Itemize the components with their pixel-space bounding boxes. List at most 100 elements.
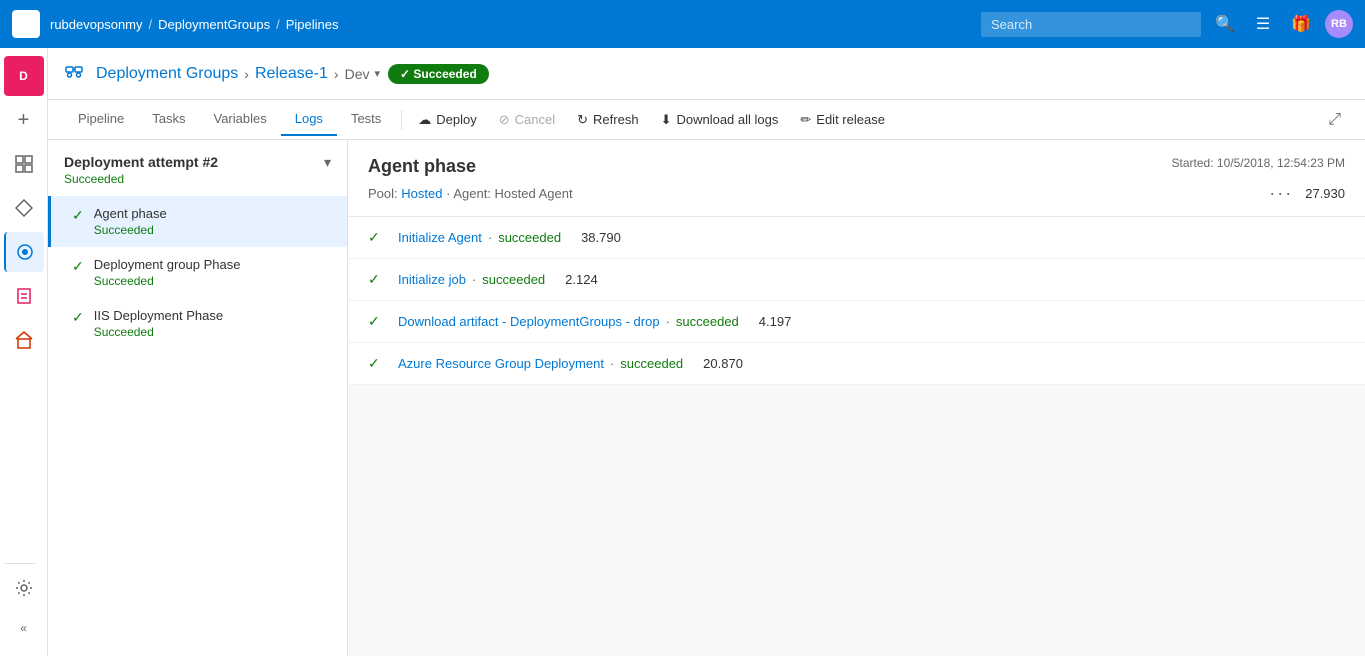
task-duration: 4.197 <box>759 314 792 329</box>
topbar-breadcrumb: rubdevopsonmy / DeploymentGroups / Pipel… <box>50 17 971 32</box>
tab-actions: ☁ Deploy ⊘ Cancel ↻ Refresh ⬇ Download a… <box>408 107 895 133</box>
user-avatar[interactable]: RB <box>1325 10 1353 38</box>
breadcrumb-sep1: › <box>244 66 249 82</box>
task-check-icon: ✓ <box>368 355 384 372</box>
phase-status-3: Succeeded <box>94 325 331 339</box>
task-status: succeeded <box>498 230 561 245</box>
task-dot: · <box>610 356 614 371</box>
topbar-sep1: / <box>149 17 153 32</box>
pool-info: Pool: Hosted · Agent: Hosted Agent <box>368 186 573 201</box>
refresh-icon: ↻ <box>577 112 588 128</box>
task-row[interactable]: ✓ Azure Resource Group Deployment · succ… <box>348 343 1365 385</box>
task-check-icon: ✓ <box>368 313 384 330</box>
sidebar-divider <box>4 563 36 564</box>
task-name-link[interactable]: Initialize job <box>398 272 466 287</box>
search-input[interactable] <box>981 12 1201 37</box>
phase-status: Succeeded <box>94 223 331 237</box>
phase-item-agent[interactable]: ✓ Agent phase Succeeded <box>48 196 347 247</box>
sidebar-item-add[interactable]: + <box>4 100 44 140</box>
list-icon[interactable]: ☰ <box>1249 10 1277 38</box>
topbar-pipeline-link[interactable]: Pipelines <box>286 17 339 32</box>
tab-pipeline[interactable]: Pipeline <box>64 103 138 136</box>
agent-name: Hosted Agent <box>495 186 573 201</box>
page-header: Deployment Groups › Release-1 › Dev ▾ ✓ … <box>48 48 1365 100</box>
phase-check-icon-3: ✓ <box>72 309 84 326</box>
download-logs-label: Download all logs <box>676 112 778 127</box>
sidebar-collapse-button[interactable]: « <box>4 608 44 648</box>
gift-icon[interactable]: 🎁 <box>1287 10 1315 38</box>
env-dropdown[interactable]: Dev ▾ <box>345 66 380 82</box>
sidebar-item-pipelines[interactable] <box>4 232 44 272</box>
agent-phase-title: Agent phase <box>368 156 476 177</box>
tab-divider <box>401 110 402 130</box>
tab-variables[interactable]: Variables <box>200 103 281 136</box>
task-row[interactable]: ✓ Initialize job · succeeded 2.124 <box>348 259 1365 301</box>
task-status: succeeded <box>620 356 683 371</box>
tab-tasks[interactable]: Tasks <box>138 103 199 136</box>
refresh-button[interactable]: ↻ Refresh <box>567 107 648 133</box>
topbar-org-link[interactable]: rubdevopsonmy <box>50 17 143 32</box>
breadcrumb: Deployment Groups › Release-1 › Dev ▾ <box>96 65 380 83</box>
sidebar-bottom: « <box>4 559 44 648</box>
phase-item-iis[interactable]: ✓ IIS Deployment Phase Succeeded <box>48 298 347 349</box>
pool-link[interactable]: Hosted <box>401 186 442 201</box>
tab-logs[interactable]: Logs <box>281 103 337 136</box>
deploy-button[interactable]: ☁ Deploy <box>408 107 486 133</box>
pool-meta: ··· 27.930 <box>1269 183 1345 204</box>
task-dot: · <box>488 230 492 245</box>
sidebar-item-settings[interactable] <box>4 568 44 608</box>
task-row[interactable]: ✓ Download artifact - DeploymentGroups -… <box>348 301 1365 343</box>
tasks-list: ✓ Initialize Agent · succeeded 38.790 ✓ … <box>348 217 1365 385</box>
agent-phase-duration: 27.930 <box>1305 186 1345 201</box>
tab-nav: Pipeline Tasks Variables Logs Tests <box>64 103 395 136</box>
task-dot: · <box>472 272 476 287</box>
left-panel: Deployment attempt #2 Succeeded ▾ ✓ Agen… <box>48 140 348 656</box>
right-panel: Agent phase Started: 10/5/2018, 12:54:23… <box>348 140 1365 656</box>
phase-info-3: IIS Deployment Phase Succeeded <box>94 308 331 339</box>
refresh-label: Refresh <box>593 112 639 127</box>
deployment-groups-link[interactable]: Deployment Groups <box>96 65 238 83</box>
edit-release-label: Edit release <box>816 112 885 127</box>
agent-phase-header: Agent phase Started: 10/5/2018, 12:54:23… <box>348 140 1365 217</box>
started-label: Started: <box>1172 156 1214 170</box>
agent-phase-date: Started: 10/5/2018, 12:54:23 PM <box>1172 156 1345 170</box>
phase-check-icon-2: ✓ <box>72 258 84 275</box>
cancel-label: Cancel <box>515 112 555 127</box>
sidebar-item-repos[interactable] <box>4 188 44 228</box>
task-name-link[interactable]: Initialize Agent <box>398 230 482 245</box>
tab-tests[interactable]: Tests <box>337 103 395 136</box>
phase-status-2: Succeeded <box>94 274 331 288</box>
sidebar-item-artifacts[interactable] <box>4 320 44 360</box>
task-name: Initialize job <box>398 272 466 287</box>
task-status: succeeded <box>482 272 545 287</box>
cancel-button[interactable]: ⊘ Cancel <box>489 107 565 133</box>
sidebar-item-overview[interactable]: D <box>4 56 44 96</box>
deployment-header: Deployment attempt #2 Succeeded ▾ <box>48 140 347 192</box>
task-name-link[interactable]: Azure Resource Group Deployment <box>398 356 604 371</box>
started-value: 10/5/2018, 12:54:23 PM <box>1217 156 1345 170</box>
topbar-group-link[interactable]: DeploymentGroups <box>158 17 270 32</box>
app-logo[interactable] <box>12 10 40 38</box>
phase-name-3: IIS Deployment Phase <box>94 308 331 323</box>
deployment-groups-icon <box>64 61 84 86</box>
sidebar-item-testplans[interactable] <box>4 276 44 316</box>
task-check-icon: ✓ <box>368 229 384 246</box>
edit-release-button[interactable]: ✏ Edit release <box>790 107 895 133</box>
task-name-link[interactable]: Download artifact - DeploymentGroups - d… <box>398 314 660 329</box>
sidebar-item-boards[interactable] <box>4 144 44 184</box>
download-logs-button[interactable]: ⬇ Download all logs <box>651 107 789 133</box>
search-icon[interactable]: 🔍 <box>1211 10 1239 38</box>
download-icon: ⬇ <box>661 112 672 128</box>
task-name: Azure Resource Group Deployment <box>398 356 604 371</box>
task-dot: · <box>666 314 670 329</box>
task-name: Download artifact - DeploymentGroups - d… <box>398 314 660 329</box>
expand-button[interactable]: ⤢ <box>1320 107 1349 133</box>
chevron-icon[interactable]: ▾ <box>324 154 331 171</box>
phase-list: ✓ Agent phase Succeeded ✓ Deployment gro… <box>48 192 347 353</box>
release-link[interactable]: Release-1 <box>255 65 328 83</box>
more-options-icon[interactable]: ··· <box>1269 183 1293 204</box>
content-area: Deployment attempt #2 Succeeded ▾ ✓ Agen… <box>48 140 1365 656</box>
phase-item-deployment-group[interactable]: ✓ Deployment group Phase Succeeded <box>48 247 347 298</box>
task-row[interactable]: ✓ Initialize Agent · succeeded 38.790 <box>348 217 1365 259</box>
phase-name-2: Deployment group Phase <box>94 257 331 272</box>
